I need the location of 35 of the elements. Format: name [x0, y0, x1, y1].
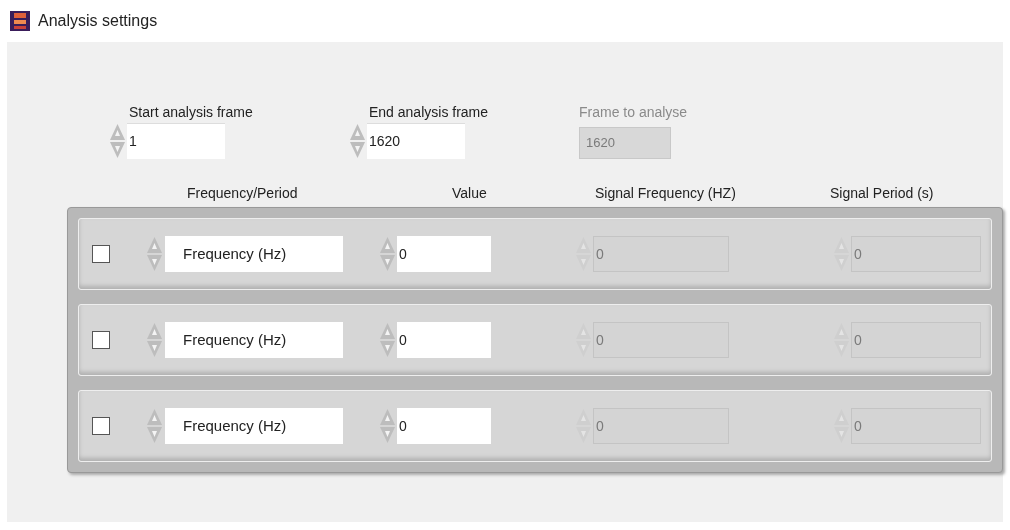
field-label: Start analysis frame [128, 103, 254, 122]
numeric-field[interactable]: 0 [397, 408, 491, 444]
numeric-field: 1620 [579, 127, 671, 159]
spinner-icon[interactable] [146, 236, 163, 272]
numeric-field[interactable]: 1620 [367, 123, 465, 159]
spinner-icon [833, 236, 850, 272]
column-header: Signal Period (s) [830, 184, 934, 203]
app-icon [10, 11, 30, 31]
spinner-icon [833, 408, 850, 444]
field-label: End analysis frame [368, 103, 490, 122]
spinner-icon[interactable] [379, 236, 396, 272]
numeric-field[interactable]: 1 [127, 123, 225, 159]
spinner-icon[interactable] [379, 322, 396, 358]
spinner-icon[interactable] [109, 123, 126, 159]
spinner-icon[interactable] [349, 123, 366, 159]
checkbox[interactable] [92, 417, 110, 435]
field-label: Frame to analyse [578, 103, 689, 122]
checkbox[interactable] [92, 331, 110, 349]
column-header: Value [452, 184, 487, 203]
numeric-field[interactable]: 0 [397, 236, 491, 272]
column-header: Frequency/Period [187, 184, 298, 203]
mode-selector[interactable]: Frequency (Hz) [165, 236, 343, 272]
mode-selector[interactable]: Frequency (Hz) [165, 322, 343, 358]
spinner-icon[interactable] [146, 322, 163, 358]
spinner-icon[interactable] [146, 408, 163, 444]
spinner-icon [833, 322, 850, 358]
spinner-icon [575, 408, 592, 444]
spinner-icon [575, 322, 592, 358]
window-title: Analysis settings [38, 11, 158, 31]
column-header: Signal Frequency (HZ) [595, 184, 736, 203]
spinner-icon [575, 236, 592, 272]
mode-selector[interactable]: Frequency (Hz) [165, 408, 343, 444]
numeric-field[interactable]: 0 [397, 322, 491, 358]
checkbox[interactable] [92, 245, 110, 263]
spinner-icon[interactable] [379, 408, 396, 444]
